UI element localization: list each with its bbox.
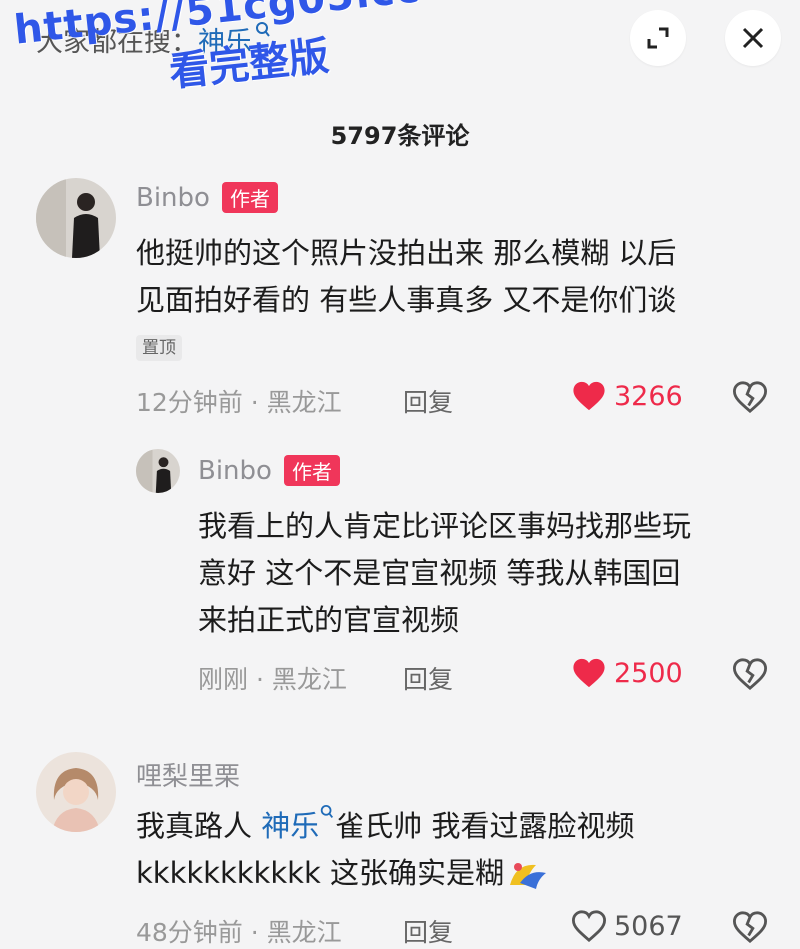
- comment-count: 5797条评论: [330, 122, 470, 150]
- broken-heart-icon: [732, 911, 768, 944]
- time-location: 刚刚 · 黑龙江: [198, 665, 347, 694]
- dislike-button[interactable]: [732, 381, 768, 417]
- dislike-button[interactable]: [732, 911, 768, 947]
- reply-button[interactable]: 回复: [403, 383, 453, 419]
- comment-header: Binbo 作者: [198, 455, 340, 486]
- comment-line: 见面拍好看的 有些人事真多 又不是你们谈: [136, 283, 677, 317]
- like-button[interactable]: 3266: [572, 380, 683, 412]
- search-icon: [321, 804, 334, 818]
- like-count: 3266: [614, 380, 683, 412]
- author-badge: 作者: [283, 455, 340, 486]
- avatar-photo-icon: [36, 752, 116, 832]
- broken-heart-icon: [732, 658, 768, 691]
- avatar[interactable]: [36, 178, 116, 258]
- time-location: 48分钟前 · 黑龙江: [136, 918, 342, 947]
- close-button[interactable]: [725, 10, 781, 66]
- comment-text-part: kkkkkkkkkkk 这张确实是糊: [136, 856, 504, 890]
- reply-button[interactable]: 回复: [403, 913, 453, 949]
- comment-text-part: 我真路人: [136, 809, 262, 843]
- dislike-button[interactable]: [732, 658, 768, 694]
- username[interactable]: 哩梨里栗: [136, 762, 240, 792]
- expand-button[interactable]: [630, 10, 686, 66]
- avatar-photo-icon: [36, 178, 116, 258]
- username[interactable]: Binbo: [136, 183, 210, 213]
- comment-header: Binbo 作者: [136, 182, 278, 213]
- pinned-label: 置顶: [136, 335, 182, 361]
- mention-text: 神乐: [261, 809, 320, 843]
- heart-filled-icon: [573, 381, 605, 411]
- reply-button[interactable]: 回复: [403, 660, 453, 696]
- comment-line: 我看上的人肯定比评论区事妈找那些玩: [198, 509, 692, 543]
- emoji-sticker-icon: [509, 863, 546, 889]
- broken-heart-icon: [732, 381, 768, 414]
- comment-line: 他挺帅的这个照片没拍出来 那么模糊 以后: [136, 236, 677, 270]
- pinned-badge: 置顶: [136, 333, 182, 361]
- close-icon: [742, 27, 764, 49]
- like-button[interactable]: 2500: [572, 657, 683, 689]
- avatar[interactable]: [136, 449, 180, 493]
- comment-line: kkkkkkkkkkk 这张确实是糊: [136, 850, 786, 897]
- like-count: 5067: [614, 910, 683, 942]
- comment-line: 来拍正式的官宣视频: [198, 603, 460, 637]
- time-location: 12分钟前 · 黑龙江: [136, 388, 342, 417]
- comment-text: 我真路人 神乐 雀氏帅 我看过露脸视频 kkkkkkkkkkk 这张确实是糊: [136, 803, 786, 897]
- expand-icon: [647, 27, 669, 49]
- avatar[interactable]: [36, 752, 116, 832]
- author-badge: 作者: [221, 182, 278, 213]
- username[interactable]: Binbo: [198, 456, 272, 486]
- comment-text-part: 雀氏帅 我看过露脸视频: [335, 809, 635, 843]
- heart-outline-icon: [572, 910, 606, 942]
- comment-text: 他挺帅的这个照片没拍出来 那么模糊 以后 见面拍好看的 有些人事真多 又不是你们…: [136, 230, 786, 324]
- like-button[interactable]: 5067: [572, 910, 683, 942]
- comment-text: 我看上的人肯定比评论区事妈找那些玩 意好 这个不是官宣视频 等我从韩国回 来拍正…: [198, 503, 788, 644]
- like-count: 2500: [614, 657, 683, 689]
- heart-filled-icon: [573, 658, 605, 688]
- comment-line: 意好 这个不是官宣视频 等我从韩国回: [198, 556, 681, 590]
- comment-line: 我真路人 神乐 雀氏帅 我看过露脸视频: [136, 803, 786, 850]
- watermark: https://51cg05.cc 看完整版: [12, 0, 429, 113]
- mention-link[interactable]: 神乐: [261, 804, 335, 843]
- avatar-photo-icon: [136, 449, 180, 493]
- comment-header: 哩梨里栗: [136, 756, 240, 793]
